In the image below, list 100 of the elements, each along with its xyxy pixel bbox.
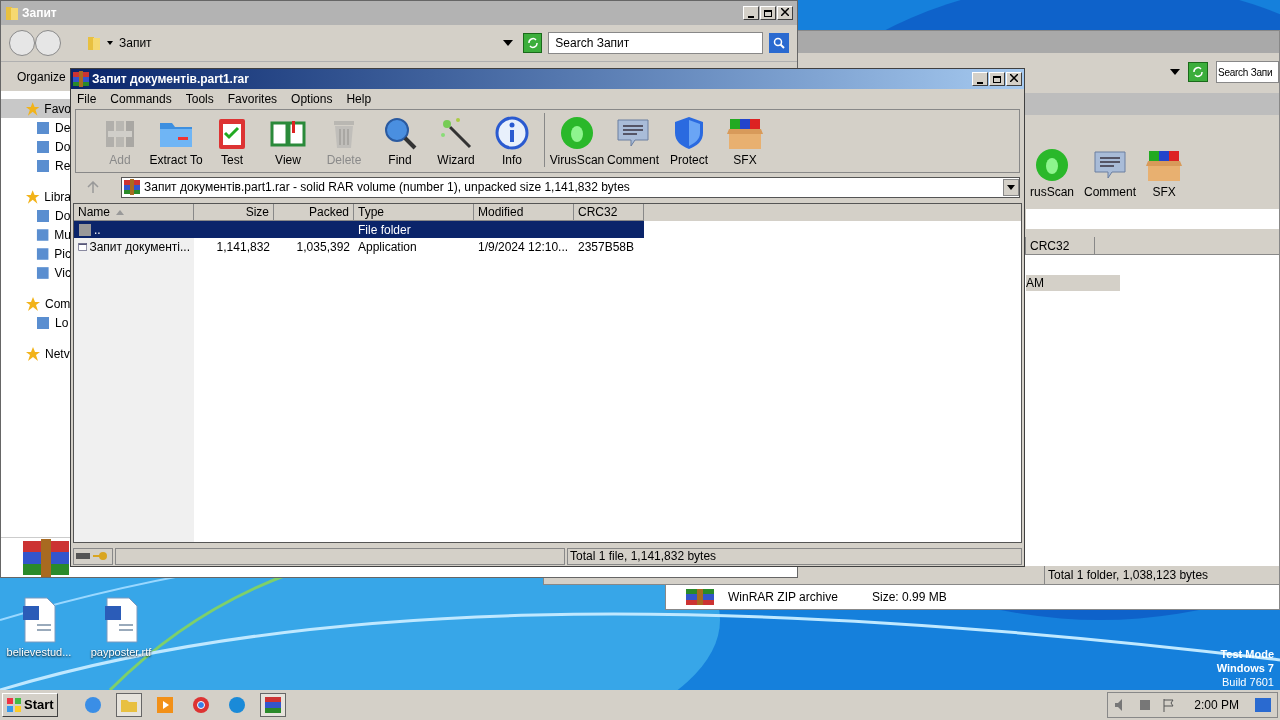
- organize-button[interactable]: Organize: [17, 67, 66, 86]
- wand-icon: [438, 115, 474, 151]
- archive-icon: [686, 589, 714, 605]
- table-cell-text: AM: [1026, 275, 1044, 292]
- archive-icon: [124, 179, 140, 195]
- up-arrow-icon: [87, 181, 99, 193]
- close-icon: [781, 8, 789, 16]
- window-title: Запит документів.part1.rar: [92, 71, 249, 88]
- address-text: Запит: [119, 35, 153, 52]
- desktop-icon-label: payposter.rtf: [90, 645, 152, 660]
- toolbar-button[interactable]: SFX: [717, 115, 773, 169]
- refresh-icon: [1192, 66, 1204, 78]
- toolbar-button[interactable]: Test: [204, 115, 260, 169]
- nav-item[interactable]: Pic: [1, 244, 71, 263]
- menu-item[interactable]: Favorites: [227, 90, 278, 108]
- table-cell-text: Application: [358, 238, 417, 256]
- nav-item[interactable]: Libra: [1, 187, 71, 206]
- maximize-button[interactable]: [989, 72, 1005, 86]
- toolbar-button[interactable]: Wizard: [428, 115, 484, 169]
- toolbar-button[interactable]: Info: [484, 115, 540, 169]
- nav-item[interactable]: Com: [1, 294, 71, 313]
- toolbar-button[interactable]: Comment: [1084, 147, 1137, 201]
- refresh-button[interactable]: [1188, 62, 1208, 82]
- search-field[interactable]: Search Запит: [548, 32, 764, 54]
- sort-arrow-icon: [116, 209, 124, 215]
- nav-label: Re: [55, 157, 71, 175]
- nav-item[interactable]: Netv: [1, 344, 71, 363]
- maximize-button[interactable]: [760, 6, 776, 20]
- file-row[interactable]: .. File folder: [74, 221, 644, 238]
- forward-button[interactable]: [35, 30, 61, 56]
- toolbar-button[interactable]: Comment: [605, 115, 661, 169]
- refresh-button[interactable]: [522, 33, 543, 53]
- folder-icon: [78, 222, 92, 237]
- menu-item[interactable]: Help: [346, 90, 372, 108]
- menu-item[interactable]: Options: [291, 90, 333, 108]
- search-field[interactable]: Search Запи: [1216, 61, 1279, 83]
- caret-icon: [107, 41, 113, 45]
- status-text: Total 1 file, 1,141,832 bytes: [567, 547, 1022, 565]
- back-button[interactable]: [9, 30, 35, 56]
- nav-label: Do: [55, 138, 71, 156]
- address-field[interactable]: [1026, 209, 1279, 229]
- nav-label: Do: [55, 207, 71, 225]
- toolbar-button[interactable]: rusScan: [1030, 147, 1075, 201]
- table-cell-text: Запит документі...: [89, 238, 190, 256]
- drive-icon: [76, 553, 90, 559]
- file-row[interactable]: Запит документі... 1,141,832 1,035,392 Application 1/9/2024 12:10... 2357B58B: [74, 238, 644, 255]
- dropdown-arrow-icon: [502, 40, 513, 46]
- toolbar-button[interactable]: Protect: [661, 115, 717, 169]
- toolbar-button[interactable]: Find: [372, 115, 428, 169]
- nav-item[interactable]: Do: [1, 137, 71, 156]
- toolbar-button[interactable]: View: [260, 115, 316, 169]
- close-button[interactable]: [1006, 72, 1022, 86]
- nav-label: Vic: [54, 264, 71, 282]
- nav-label: Pic: [54, 245, 71, 263]
- menu-item[interactable]: Tools: [185, 90, 214, 108]
- column-header[interactable]: CRC32: [1025, 237, 1095, 254]
- os-notice-text: Test Mode: [1220, 647, 1274, 661]
- nav-item[interactable]: Lo: [1, 313, 71, 332]
- minimize-button[interactable]: [972, 72, 988, 86]
- flag-icon[interactable]: [1162, 698, 1177, 712]
- archive-icon: [263, 696, 282, 714]
- nav-item[interactable]: Vic: [1, 263, 71, 282]
- clock-text[interactable]: 2:00 PM: [1194, 696, 1239, 714]
- nav-label: Mu: [54, 226, 71, 244]
- archive-icon: [23, 538, 69, 577]
- archive-icon: [73, 71, 89, 87]
- nav-item[interactable]: De: [1, 118, 71, 137]
- start-button[interactable]: Start: [2, 693, 58, 717]
- star-icon: [25, 188, 41, 205]
- nav-label: Netv: [45, 345, 70, 363]
- star-icon: [25, 295, 41, 312]
- dropdown-button[interactable]: [1003, 178, 1019, 196]
- menu-item[interactable]: File: [77, 90, 97, 108]
- toolbar-button[interactable]: Extract To: [148, 115, 204, 169]
- key-icon: [93, 551, 107, 561]
- taskbar-button[interactable]: [259, 693, 286, 717]
- status-text: Total 1 folder, 1,038,123 bytes: [1044, 566, 1279, 584]
- menu-item[interactable]: Commands: [110, 90, 172, 108]
- desktop-icon-label: believestud...: [6, 645, 72, 660]
- file-size-text: Size: 0.99 MB: [872, 589, 947, 606]
- dropdown-arrow-icon[interactable]: [1170, 69, 1180, 75]
- path-field[interactable]: Запит документів.part1.rar - solid RAR volume (number 1), unpacked size 1,141,832 bytes: [121, 176, 1020, 198]
- nav-item[interactable]: Mu: [1, 225, 71, 244]
- table-cell-text: 1,035,392: [296, 238, 350, 256]
- search-button[interactable]: [769, 33, 789, 53]
- taskbar-button[interactable]: [115, 693, 142, 717]
- play-icon: [155, 696, 174, 714]
- nav-item[interactable]: Re: [1, 156, 71, 175]
- close-button[interactable]: [777, 6, 793, 20]
- toolbar-button[interactable]: SFX: [1146, 147, 1183, 201]
- nav-item[interactable]: Do: [1, 206, 71, 225]
- window-title: Запит: [22, 5, 57, 22]
- nav-label: Favo: [44, 100, 71, 118]
- star-icon: [25, 345, 41, 362]
- minimize-button[interactable]: [743, 6, 759, 20]
- nav-label: Lo: [55, 314, 69, 332]
- star-icon: [25, 100, 41, 117]
- table-cell-text: ..: [94, 221, 101, 239]
- toolbar-button[interactable]: VirusScan: [549, 115, 605, 169]
- nav-item[interactable]: Favo: [1, 99, 71, 118]
